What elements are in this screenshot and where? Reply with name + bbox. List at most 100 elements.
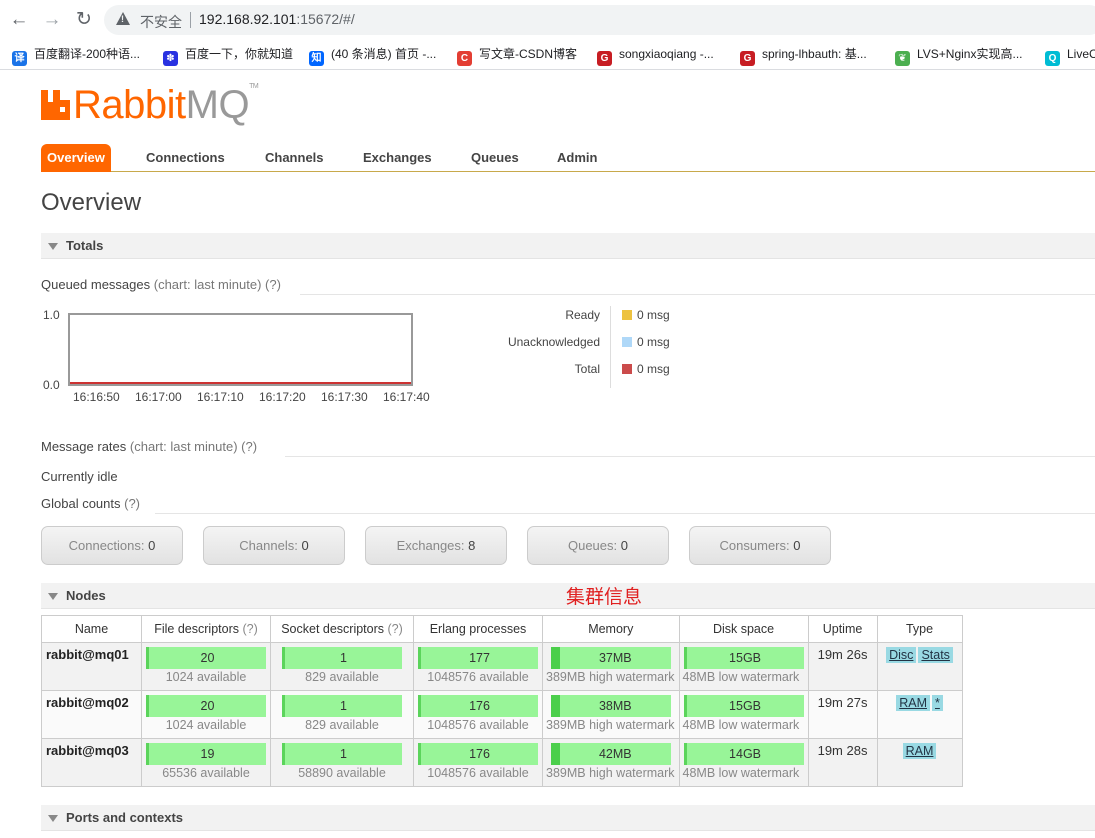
bookmark-item[interactable]: C 写文章-CSDN博客 <box>457 45 577 66</box>
uptime-cell: 19m 26s <box>807 642 878 691</box>
bookmarks-bar: 译百度翻译-200种语... ✽ 百度一下，你就知道 知 (40 条消息) 首页 -..… <box>0 40 1095 70</box>
insecure-label[interactable]: 不安全 <box>140 12 182 32</box>
node-name-link[interactable]: rabbit@mq02 <box>41 690 142 739</box>
tab-channels[interactable]: Channels <box>259 144 330 172</box>
file-descriptors-bar: 19 <box>146 743 266 765</box>
count-label: Exchanges: <box>396 538 465 553</box>
global-counts-title: Global counts <box>41 496 121 511</box>
y-tick-max: 1.0 <box>43 308 60 322</box>
socket-descriptors-cell: 1 829 available <box>270 642 414 691</box>
reload-icon[interactable]: ↻ <box>73 9 95 31</box>
queued-help-link[interactable]: (?) <box>265 277 281 292</box>
collapse-triangle-icon[interactable] <box>48 593 58 600</box>
x-tick-label: 16:16:50 <box>73 390 120 404</box>
node-name-link[interactable]: rabbit@mq01 <box>41 642 142 691</box>
count-label: Queues: <box>567 538 618 553</box>
back-icon[interactable]: ← <box>8 9 30 31</box>
column-header-type: Type <box>876 615 963 643</box>
bookmark-label: 百度翻译-200种语... <box>34 47 141 61</box>
ports-heading: Ports and contexts <box>66 810 184 825</box>
legend-swatch <box>622 364 632 374</box>
tab-queues[interactable]: Queues <box>465 144 525 172</box>
collapse-triangle-icon[interactable] <box>48 815 58 822</box>
tab-overview[interactable]: Overview <box>41 144 111 172</box>
address-bar[interactable]: 不安全 192.168.92.101:15672/#/ <box>104 5 1095 35</box>
type-cell: RAM <box>876 738 963 787</box>
message-rates-label: Message rates (chart: last minute) (?) <box>41 439 257 454</box>
tab-exchanges[interactable]: Exchanges <box>357 144 438 172</box>
disk-space-available: 48MB low watermark <box>682 670 800 684</box>
node-type-badge[interactable]: Stats <box>918 647 953 663</box>
node-type-badge[interactable]: Disc <box>886 647 917 663</box>
rates-help-link[interactable]: (?) <box>241 439 257 454</box>
x-tick-label: 16:17:30 <box>321 390 368 404</box>
main-tabs: Overview Connections Channels Exchanges … <box>41 143 1095 172</box>
table-row[interactable]: rabbit@mq03 19 65536 available 1 58890 avail… <box>41 738 963 787</box>
socket-descriptors-available: 58890 available <box>298 766 386 780</box>
column-header-disk-space: Disk space <box>678 615 809 643</box>
help-link[interactable]: (?) <box>388 622 403 636</box>
bookmark-item[interactable]: Q LiveC <box>1045 45 1095 66</box>
bookmark-label: 百度一下，你就知道 <box>185 47 294 61</box>
column-header-file-descriptors: File descriptors (?) <box>141 615 271 643</box>
gitee-g-icon: G <box>740 51 755 66</box>
bookmark-label: LiveC <box>1067 47 1095 61</box>
legend-series-name: Ready <box>565 308 600 322</box>
legend-entry: Unacknowledged <box>450 335 600 353</box>
logo-rabbit: Rabbit <box>73 83 186 127</box>
memory-bar: 37MB <box>550 647 671 669</box>
count-button[interactable]: Channels: 0 <box>203 526 345 565</box>
url-text[interactable]: 192.168.92.101:15672/#/ <box>199 11 355 27</box>
node-type-badge[interactable]: RAM <box>896 695 930 711</box>
global-help-link[interactable]: (?) <box>124 496 140 511</box>
disk-space-available: 48MB low watermark <box>682 718 800 732</box>
erlang-processes-bar: 176 <box>418 695 538 717</box>
tab-connections[interactable]: Connections <box>140 144 231 172</box>
memory-cell: 42MB 389MB high watermark <box>542 738 680 787</box>
count-button[interactable]: Exchanges: 8 <box>365 526 507 565</box>
bookmark-item[interactable]: ❦ LVS+Nginx实现高... <box>895 45 1022 66</box>
tab-admin[interactable]: Admin <box>551 144 603 172</box>
csdn-icon: C <box>457 51 472 66</box>
socket-descriptors-cell: 1 829 available <box>270 690 414 739</box>
count-button[interactable]: Queues: 0 <box>527 526 669 565</box>
totals-section-header[interactable]: Totals <box>41 233 1095 259</box>
table-row[interactable]: rabbit@mq02 20 1024 available 1 829 availabl… <box>41 690 963 739</box>
ports-section-header[interactable]: Ports and contexts <box>41 805 1095 831</box>
column-header-socket-descriptors: Socket descriptors (?) <box>270 615 414 643</box>
count-button[interactable]: Consumers: 0 <box>689 526 831 565</box>
bookmark-item[interactable]: ✽ 百度一下，你就知道 <box>163 45 294 66</box>
queued-chart-hint[interactable]: (chart: last minute) <box>154 277 262 292</box>
disk-space-bar: 15GB <box>683 647 804 669</box>
logo-mq: MQ <box>185 83 250 127</box>
column-header-memory: Memory <box>542 615 680 643</box>
memory-bar: 42MB <box>550 743 671 765</box>
bookmark-label: 写文章-CSDN博客 <box>479 47 577 61</box>
translate-icon: 译 <box>12 51 27 66</box>
forward-icon[interactable]: → <box>41 9 63 31</box>
count-button[interactable]: Connections: 0 <box>41 526 183 565</box>
url-separator <box>190 12 191 28</box>
url-host: 192.168.92.101 <box>199 11 297 27</box>
legend-entry: Total <box>450 362 600 380</box>
bookmark-item[interactable]: 译百度翻译-200种语... <box>12 45 141 66</box>
queued-messages-title: Queued messages <box>41 277 151 292</box>
file-descriptors-available: 65536 available <box>162 766 250 780</box>
table-row[interactable]: rabbit@mq01 20 1024 available 1 829 availabl… <box>41 642 963 691</box>
rates-chart-hint[interactable]: (chart: last minute) <box>130 439 238 454</box>
help-link[interactable]: (?) <box>242 622 257 636</box>
bookmark-item[interactable]: Gspring-lhbauth: 基... <box>740 45 867 66</box>
node-type-badge[interactable]: RAM <box>902 743 937 759</box>
url-path: :15672/#/ <box>296 11 355 27</box>
bookmark-item[interactable]: 知 (40 条消息) 首页 -... <box>309 45 436 66</box>
queued-messages-label: Queued messages (chart: last minute) (?) <box>41 277 281 292</box>
type-cell: RAM * <box>876 690 963 739</box>
warning-icon[interactable] <box>116 12 130 25</box>
file-descriptors-bar: 20 <box>146 695 266 717</box>
node-name-link[interactable]: rabbit@mq03 <box>41 738 142 787</box>
socket-descriptors-bar: 1 <box>282 647 402 669</box>
collapse-triangle-icon[interactable] <box>48 243 58 250</box>
bookmark-item[interactable]: Gsongxiaoqiang -... <box>597 45 714 66</box>
legend-value: 0 msg <box>637 308 670 322</box>
node-type-badge[interactable]: * <box>931 695 943 711</box>
